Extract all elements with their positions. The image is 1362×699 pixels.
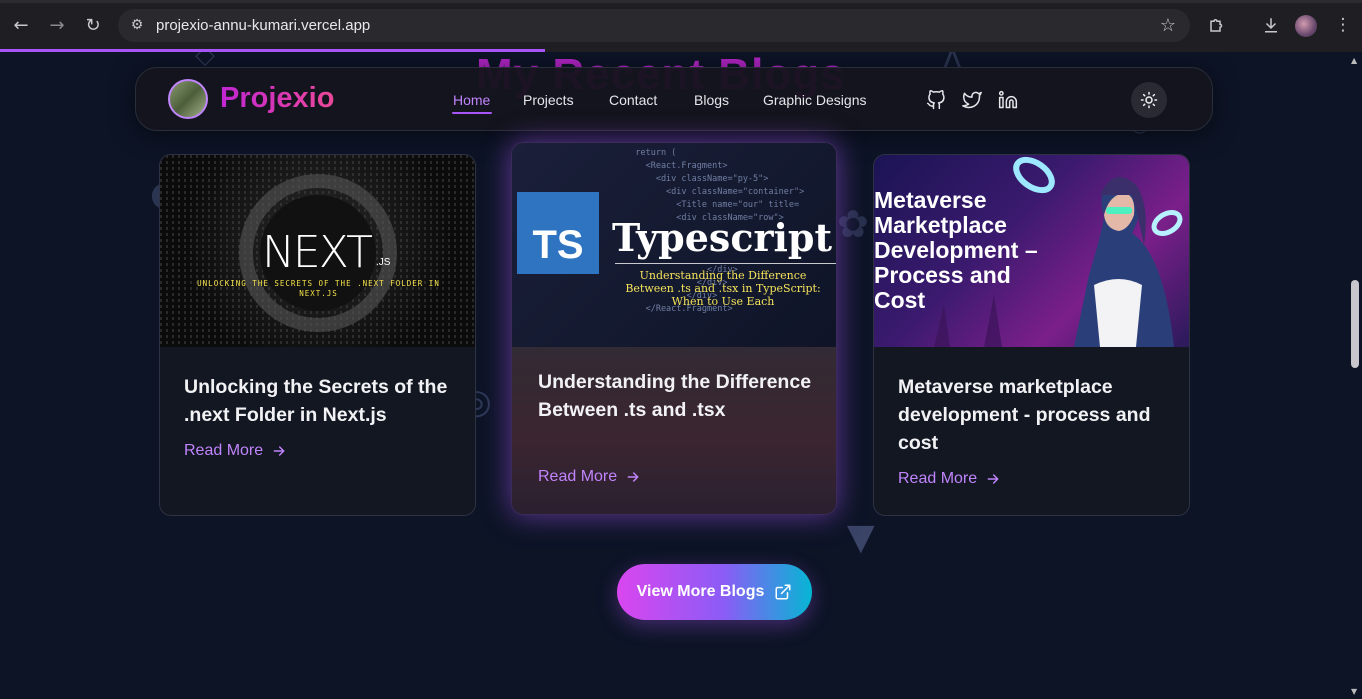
url-text[interactable]: projexio-annu-kumari.vercel.app xyxy=(156,17,370,34)
nav-active-underline xyxy=(452,112,492,114)
read-more-link[interactable]: Read More xyxy=(898,470,1001,488)
thumbnail-caption: UNLOCKING THE SECRETS OF THE .NEXT FOLDE… xyxy=(197,279,440,288)
blog-thumbnail[interactable]: return ( <React.Fragment> <div className… xyxy=(512,143,836,347)
arrow-right-icon xyxy=(273,446,285,456)
tab-strip xyxy=(0,0,1362,3)
kebab-menu-icon[interactable]: ⋮ xyxy=(1331,13,1355,37)
thumbnail-heading: Metaverse Marketplace Development – Proc… xyxy=(874,187,1038,313)
blog-card[interactable]: NEXT .JS UNLOCKING THE SECRETS OF THE .N… xyxy=(159,154,476,516)
blog-title[interactable]: Understanding the Difference Between .ts… xyxy=(538,368,823,424)
puzzle-icon[interactable] xyxy=(1205,13,1229,37)
github-icon[interactable] xyxy=(926,90,946,110)
site-navbar: Projexio Home Projects Contact Blogs Gra… xyxy=(135,67,1213,131)
arrow-right-icon xyxy=(987,474,999,484)
vite-icon: ▼ xyxy=(847,517,875,558)
scrollbar-thumb[interactable] xyxy=(1351,280,1359,368)
nav-blogs[interactable]: Blogs xyxy=(694,92,729,108)
page-scrollbar[interactable]: ▲ ▼ xyxy=(1348,52,1362,699)
theme-toggle-button[interactable] xyxy=(1131,82,1167,118)
scroll-up-icon[interactable]: ▲ xyxy=(1351,56,1359,65)
nextjs-logo-sub: .JS xyxy=(376,257,391,268)
ts-badge: TS xyxy=(517,192,599,274)
blog-thumbnail[interactable]: NEXT .JS UNLOCKING THE SECRETS OF THE .N… xyxy=(160,155,475,347)
blog-title[interactable]: Unlocking the Secrets of the .next Folde… xyxy=(184,373,454,429)
star-icon[interactable]: ☆ xyxy=(1160,15,1176,36)
decor-icon: ✿ xyxy=(837,202,869,246)
twitter-icon[interactable] xyxy=(962,90,982,110)
read-more-label[interactable]: Read More xyxy=(184,442,263,460)
thumbnail-caption: NEXT.JS xyxy=(299,289,338,298)
download-icon[interactable] xyxy=(1259,13,1283,37)
blog-thumbnail[interactable]: Metaverse Marketplace Development – Proc… xyxy=(874,155,1189,347)
address-bar[interactable]: ⚙ projexio-annu-kumari.vercel.app ☆ xyxy=(118,9,1190,42)
blog-title[interactable]: Metaverse marketplace development - proc… xyxy=(898,373,1178,457)
nav-home[interactable]: Home xyxy=(453,92,490,108)
linkedin-icon[interactable] xyxy=(998,90,1018,110)
blog-card[interactable]: return ( <React.Fragment> <div className… xyxy=(511,142,837,515)
read-more-link[interactable]: Read More xyxy=(184,442,287,460)
sun-icon xyxy=(1140,91,1158,109)
brand-avatar[interactable] xyxy=(168,79,208,119)
thumbnail-caption: Understanding the Difference Between .ts… xyxy=(625,269,821,308)
page-content: My Recent Blogs ◇ ⋀ ● ✿ ◎ ▼ ○ Projexio H… xyxy=(0,52,1362,699)
back-arrow-icon[interactable]: ← xyxy=(9,13,33,37)
reload-icon[interactable]: ↻ xyxy=(81,13,105,37)
read-more-link[interactable]: Read More xyxy=(538,468,641,486)
browser-toolbar: ← → ↻ ⚙ projexio-annu-kumari.vercel.app … xyxy=(0,0,1362,52)
view-more-blogs-button[interactable]: View More Blogs xyxy=(617,564,812,620)
profile-avatar[interactable] xyxy=(1295,15,1317,37)
read-more-label[interactable]: Read More xyxy=(538,468,617,486)
blog-card[interactable]: Metaverse Marketplace Development – Proc… xyxy=(873,154,1190,516)
divider xyxy=(615,263,836,264)
arrow-right-icon xyxy=(627,472,639,482)
view-more-blogs-label[interactable]: View More Blogs xyxy=(637,583,765,601)
ts-heading: Typescript xyxy=(612,215,833,260)
nav-contact[interactable]: Contact xyxy=(609,92,657,108)
scroll-down-icon[interactable]: ▼ xyxy=(1351,687,1359,696)
nav-projects[interactable]: Projects xyxy=(523,92,574,108)
external-link-icon xyxy=(775,584,791,600)
site-info-icon[interactable]: ⚙ xyxy=(128,16,146,34)
brand-name[interactable]: Projexio xyxy=(220,82,334,115)
forward-arrow-icon[interactable]: → xyxy=(45,13,69,37)
nextjs-logo-text: NEXT xyxy=(262,227,373,278)
nav-graphic-designs[interactable]: Graphic Designs xyxy=(763,92,867,108)
read-more-label[interactable]: Read More xyxy=(898,470,977,488)
